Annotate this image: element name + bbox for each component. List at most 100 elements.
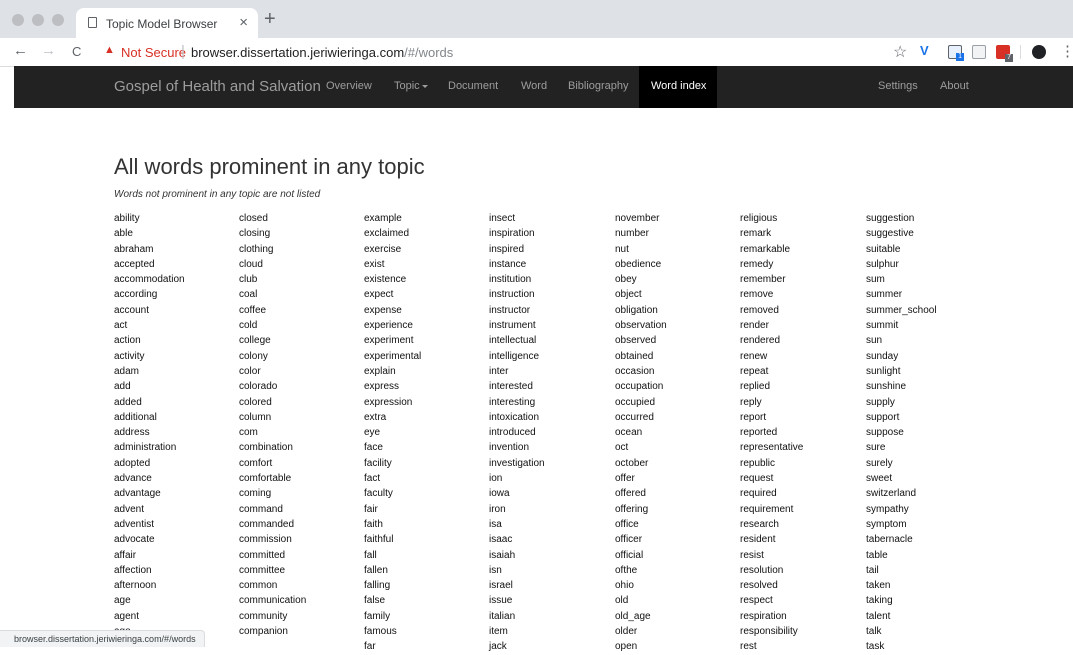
word-link[interactable]: colony	[239, 349, 306, 364]
word-link[interactable]: accommodation	[114, 272, 185, 287]
word-link[interactable]: removed	[740, 303, 803, 318]
word-link[interactable]: agent	[114, 609, 185, 624]
word-link[interactable]: obey	[615, 272, 667, 287]
word-link[interactable]: official	[615, 548, 667, 563]
word-link[interactable]: oct	[615, 440, 667, 455]
word-link[interactable]: isaiah	[489, 548, 545, 563]
word-link[interactable]: number	[615, 226, 667, 241]
word-link[interactable]: according	[114, 287, 185, 302]
word-link[interactable]: colored	[239, 395, 306, 410]
word-link[interactable]: faithful	[364, 532, 421, 547]
word-link[interactable]: summer	[866, 287, 937, 302]
word-link[interactable]: com	[239, 425, 306, 440]
nav-settings[interactable]: Settings	[878, 80, 918, 92]
word-link[interactable]: occasion	[615, 364, 667, 379]
word-link[interactable]: task	[866, 639, 937, 654]
word-link[interactable]: closing	[239, 226, 306, 241]
word-link[interactable]: fair	[364, 502, 421, 517]
word-link[interactable]: surely	[866, 456, 937, 471]
word-link[interactable]: support	[866, 410, 937, 425]
word-link[interactable]: resist	[740, 548, 803, 563]
word-link[interactable]: age	[114, 593, 185, 608]
word-link[interactable]: family	[364, 609, 421, 624]
word-link[interactable]: additional	[114, 410, 185, 425]
address-bar[interactable]: browser.dissertation.jeriwieringa.com/#/…	[191, 45, 453, 60]
word-link[interactable]: required	[740, 486, 803, 501]
word-link[interactable]: faculty	[364, 486, 421, 501]
word-link[interactable]: experiment	[364, 333, 421, 348]
word-link[interactable]: act	[114, 318, 185, 333]
word-link[interactable]: ion	[489, 471, 545, 486]
extension-v-icon[interactable]: V	[920, 43, 934, 58]
word-link[interactable]: nut	[615, 242, 667, 257]
word-link[interactable]: famous	[364, 624, 421, 639]
reload-icon[interactable]: C	[72, 44, 81, 59]
word-link[interactable]: existence	[364, 272, 421, 287]
back-arrow-icon[interactable]: ←	[13, 42, 28, 59]
word-link[interactable]: committee	[239, 563, 306, 578]
menu-icon[interactable]: ⋮	[1060, 42, 1073, 60]
word-link[interactable]: officer	[615, 532, 667, 547]
word-link[interactable]: advent	[114, 502, 185, 517]
word-link[interactable]: coming	[239, 486, 306, 501]
word-link[interactable]: colorado	[239, 379, 306, 394]
word-link[interactable]: remedy	[740, 257, 803, 272]
word-link[interactable]: face	[364, 440, 421, 455]
word-link[interactable]: reported	[740, 425, 803, 440]
word-link[interactable]: issue	[489, 593, 545, 608]
word-link[interactable]: older	[615, 624, 667, 639]
word-link[interactable]: talent	[866, 609, 937, 624]
word-link[interactable]: suppose	[866, 425, 937, 440]
word-link[interactable]: closed	[239, 211, 306, 226]
word-link[interactable]: coal	[239, 287, 306, 302]
word-link[interactable]: november	[615, 211, 667, 226]
word-link[interactable]: intelligence	[489, 349, 545, 364]
word-link[interactable]: college	[239, 333, 306, 348]
word-link[interactable]: tabernacle	[866, 532, 937, 547]
word-link[interactable]: instrument	[489, 318, 545, 333]
word-link[interactable]: accepted	[114, 257, 185, 272]
profile-avatar[interactable]	[1032, 45, 1046, 59]
word-link[interactable]: commanded	[239, 517, 306, 532]
word-link[interactable]: adventist	[114, 517, 185, 532]
word-link[interactable]: comfortable	[239, 471, 306, 486]
word-link[interactable]: sulphur	[866, 257, 937, 272]
word-link[interactable]: explain	[364, 364, 421, 379]
security-indicator[interactable]: Not Secure	[121, 45, 186, 60]
word-link[interactable]: item	[489, 624, 545, 639]
word-link[interactable]: report	[740, 410, 803, 425]
word-link[interactable]: remember	[740, 272, 803, 287]
word-link[interactable]: exclaimed	[364, 226, 421, 241]
word-link[interactable]: inter	[489, 364, 545, 379]
word-link[interactable]: ocean	[615, 425, 667, 440]
word-link[interactable]: color	[239, 364, 306, 379]
extension-icon[interactable]: 7	[996, 45, 1013, 62]
word-link[interactable]: replied	[740, 379, 803, 394]
word-link[interactable]: offered	[615, 486, 667, 501]
word-link[interactable]: office	[615, 517, 667, 532]
word-link[interactable]: falling	[364, 578, 421, 593]
nav-topic-dropdown[interactable]: Topic	[394, 80, 428, 92]
word-link[interactable]: exist	[364, 257, 421, 272]
word-link[interactable]: sunlight	[866, 364, 937, 379]
word-link[interactable]: add	[114, 379, 185, 394]
extension-icon[interactable]: 1	[948, 45, 964, 61]
word-link[interactable]: sunday	[866, 349, 937, 364]
word-link[interactable]: affection	[114, 563, 185, 578]
word-link[interactable]: afternoon	[114, 578, 185, 593]
nav-about[interactable]: About	[940, 80, 969, 92]
word-link[interactable]: companion	[239, 624, 306, 639]
nav-word[interactable]: Word	[521, 80, 547, 92]
word-link[interactable]: request	[740, 471, 803, 486]
word-link[interactable]: intellectual	[489, 333, 545, 348]
word-link[interactable]: invention	[489, 440, 545, 455]
word-link[interactable]: command	[239, 502, 306, 517]
word-link[interactable]: suggestive	[866, 226, 937, 241]
word-link[interactable]: institution	[489, 272, 545, 287]
word-link[interactable]: advantage	[114, 486, 185, 501]
nav-overview[interactable]: Overview	[326, 80, 372, 92]
word-link[interactable]: example	[364, 211, 421, 226]
word-link[interactable]: account	[114, 303, 185, 318]
word-link[interactable]: respiration	[740, 609, 803, 624]
word-link[interactable]: comfort	[239, 456, 306, 471]
